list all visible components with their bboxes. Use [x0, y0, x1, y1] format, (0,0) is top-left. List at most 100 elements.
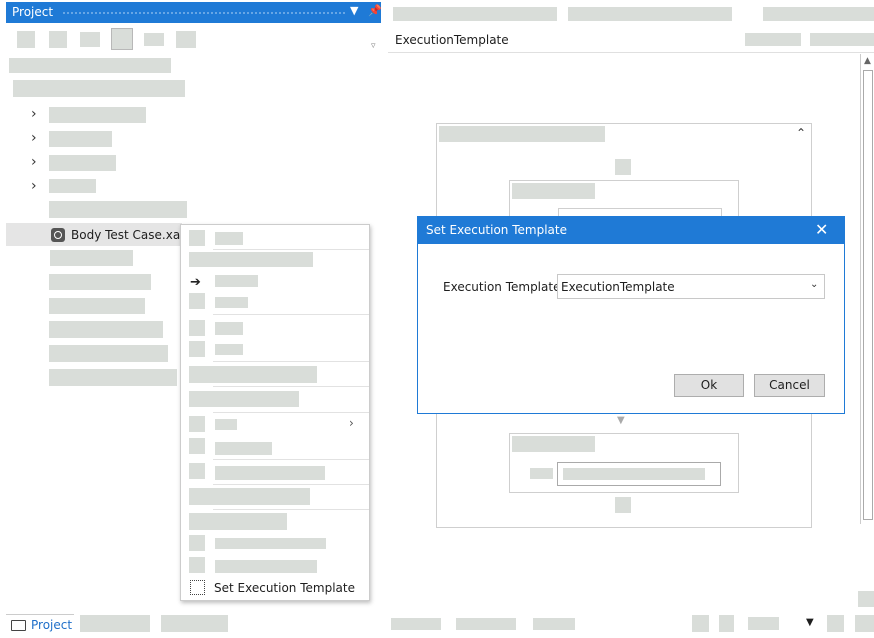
document-tab-1[interactable]: [393, 7, 557, 21]
menu-item[interactable]: [189, 513, 287, 530]
arrow-right-icon: ➔: [190, 275, 201, 290]
menu-item[interactable]: [215, 232, 243, 245]
drop-target[interactable]: [615, 497, 631, 513]
tree-item[interactable]: [49, 155, 116, 171]
status-item[interactable]: [391, 618, 441, 630]
tree-item[interactable]: [49, 369, 177, 386]
document-tab-2[interactable]: [568, 7, 732, 21]
selected-file-label: Body Test Case.xaml: [71, 228, 196, 242]
close-icon[interactable]: ✕: [815, 220, 828, 239]
menu-item-icon: [189, 230, 205, 246]
expand-arrow-icon[interactable]: ›: [31, 106, 37, 122]
chevron-down-icon[interactable]: ⌄: [810, 279, 818, 290]
menu-item[interactable]: [215, 442, 272, 455]
menu-item[interactable]: [189, 488, 310, 505]
zoom-dropdown-icon[interactable]: ▼: [806, 617, 814, 628]
overflow-chevron-icon[interactable]: ▿: [371, 41, 376, 51]
submenu-item[interactable]: [215, 419, 237, 430]
tree-item[interactable]: [49, 321, 163, 338]
tree-item[interactable]: [49, 298, 145, 314]
project-panel-title: Project: [12, 5, 54, 19]
menu-item[interactable]: [215, 297, 248, 308]
toolbar-button-5[interactable]: [144, 33, 164, 46]
menu-item[interactable]: [215, 344, 243, 355]
activity-header: [512, 436, 595, 452]
toolbar-button-1[interactable]: [17, 31, 35, 48]
scroll-up-icon[interactable]: ▲: [864, 56, 871, 66]
panel-grip[interactable]: [62, 11, 345, 16]
tree-item[interactable]: [49, 131, 112, 147]
vertical-scrollbar[interactable]: ▲: [860, 54, 874, 524]
menu-item[interactable]: [215, 466, 325, 480]
menu-item[interactable]: [189, 252, 313, 267]
status-button[interactable]: [855, 615, 874, 632]
pin-icon[interactable]: 📌: [368, 4, 382, 17]
app-window: Project ▼ 📌 ▿ › › › › Body Test Case.xam…: [0, 0, 874, 638]
expand-arrow-icon[interactable]: ›: [31, 130, 37, 146]
menu-separator: [213, 412, 369, 413]
scrollbar-thumb[interactable]: [863, 70, 873, 520]
designer-header-button[interactable]: [810, 33, 874, 46]
tree-item[interactable]: [50, 250, 133, 266]
menu-item-icon: [189, 438, 205, 454]
context-menu: ➔ › Set Execution Template: [180, 224, 370, 601]
toolbar-button-3[interactable]: [80, 32, 100, 47]
drop-target[interactable]: [615, 159, 631, 175]
bottom-tab-project[interactable]: Project: [6, 614, 74, 636]
menu-item[interactable]: [189, 391, 299, 407]
menu-item[interactable]: [215, 275, 258, 287]
status-button[interactable]: [692, 615, 709, 632]
activity-input[interactable]: [557, 462, 721, 486]
menu-item-icon: [189, 341, 205, 357]
activity-input-value: [563, 468, 705, 480]
chevron-down-icon[interactable]: ▼: [350, 4, 358, 17]
tree-item[interactable]: [49, 107, 146, 123]
workflow-file-icon: [51, 228, 65, 242]
execution-template-select[interactable]: ExecutionTemplate ⌄: [557, 274, 825, 299]
expand-arrow-icon[interactable]: ›: [31, 154, 37, 170]
tree-item[interactable]: [49, 179, 96, 193]
menu-separator: [213, 459, 369, 460]
menu-item-icon: [189, 463, 205, 479]
menu-item-set-execution-template[interactable]: Set Execution Template: [214, 581, 355, 595]
status-item[interactable]: [456, 618, 516, 630]
ok-button[interactable]: Ok: [674, 374, 744, 397]
bottom-tab[interactable]: [161, 615, 228, 632]
project-panel-header: Project ▼ 📌: [6, 2, 382, 23]
status-button[interactable]: [719, 615, 734, 632]
dialog-titlebar[interactable]: Set Execution Template ✕: [418, 217, 844, 244]
designer-title: ExecutionTemplate: [395, 33, 509, 47]
toolbar-button-4[interactable]: [111, 28, 133, 50]
collapse-icon[interactable]: ⌃: [796, 126, 806, 140]
menu-item-icon: [189, 557, 205, 573]
dialog-title: Set Execution Template: [426, 223, 567, 237]
activity-header: [512, 183, 595, 199]
menu-item[interactable]: [215, 538, 326, 549]
menu-item[interactable]: [215, 322, 243, 335]
cancel-button[interactable]: Cancel: [754, 374, 825, 397]
status-button[interactable]: [827, 615, 844, 632]
tree-item[interactable]: [49, 274, 151, 290]
menu-item[interactable]: [215, 560, 317, 573]
toolbar-button-6[interactable]: [176, 31, 196, 48]
menu-separator: [213, 484, 369, 485]
chevron-right-icon: ›: [349, 416, 354, 430]
bottom-tab[interactable]: [80, 615, 150, 632]
menu-item-icon: [189, 320, 205, 336]
menu-separator: [213, 249, 369, 250]
expand-arrow-icon[interactable]: ›: [31, 178, 37, 194]
folder-icon: [11, 620, 26, 631]
search-input[interactable]: [9, 58, 171, 73]
tree-item[interactable]: [49, 201, 187, 218]
designer-header-button[interactable]: [745, 33, 801, 46]
menu-item[interactable]: [189, 366, 317, 383]
document-tab-3[interactable]: [763, 7, 874, 21]
scroll-corner: [858, 591, 874, 607]
tree-item[interactable]: [49, 345, 168, 362]
zoom-select[interactable]: [748, 617, 779, 630]
project-root-node[interactable]: [13, 80, 185, 97]
toolbar-button-2[interactable]: [49, 31, 67, 48]
menu-separator: [213, 509, 369, 510]
status-item[interactable]: [533, 618, 575, 630]
menu-item-icon: [189, 535, 205, 551]
